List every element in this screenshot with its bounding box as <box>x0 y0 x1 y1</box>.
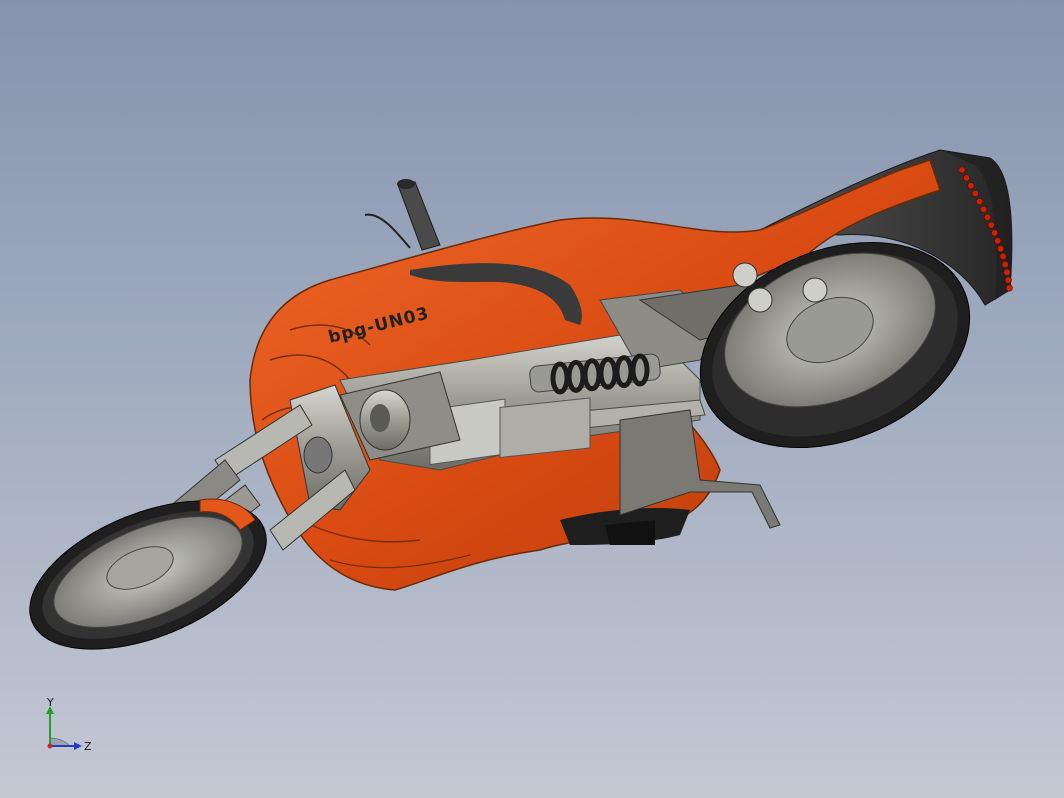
tail-light-dot <box>994 237 1002 245</box>
x-axis-dot <box>47 743 53 749</box>
motorcycle-3d-model[interactable]: bpg-UN03 <box>0 0 1064 798</box>
tail-light-dot <box>987 221 995 229</box>
triad-z-label: Z <box>84 740 92 753</box>
tail-light-dot <box>1003 268 1011 276</box>
tail-light-dot <box>991 229 999 237</box>
triad-plane-icon <box>49 737 71 747</box>
coordinate-triad: Y Z <box>46 698 92 753</box>
tail-light-dot <box>983 213 991 221</box>
tail-light-dot <box>958 166 966 174</box>
tail-light-dot <box>975 198 983 206</box>
tail-light-dot <box>999 253 1007 261</box>
graphics-viewport[interactable]: bpg-UN03 Y Z <box>0 0 1064 798</box>
tail-light-dot <box>967 182 975 190</box>
tail-light-dot <box>997 245 1005 253</box>
tail-light-dot <box>1004 276 1012 284</box>
tail-light-dot <box>971 190 979 198</box>
triad-y-label: Y <box>46 698 54 709</box>
tail-light-dot <box>980 205 988 213</box>
tail-light-dot <box>1001 260 1009 268</box>
tail-light-dot <box>1005 284 1013 292</box>
tail-light-dot <box>962 174 970 182</box>
intake-pipe[interactable] <box>364 179 441 251</box>
